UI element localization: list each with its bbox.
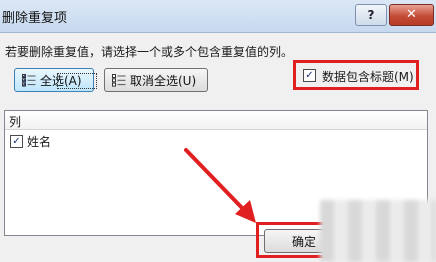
deselect-all-icon [112,74,126,87]
title-bar: 删除重复项 ? ✕ [0,0,436,33]
column-checkbox[interactable]: ✓ [10,135,23,148]
column-list-header: 列 [5,111,427,130]
help-button[interactable]: ? [355,4,387,26]
column-item-label: 姓名 [27,135,52,149]
header-checkbox-label[interactable]: 数据包含标题(M) [322,68,414,85]
select-all-button[interactable]: 全选(A) [14,68,97,92]
select-all-icon [22,74,36,87]
close-button[interactable]: ✕ [389,4,434,26]
deselect-all-label: 取消全选(U) [130,74,197,88]
instruction-text: 若要删除重复值，请选择一个或多个包含重复值的列。 [5,45,294,59]
column-header-label: 列 [9,115,22,129]
watermark-blur [320,200,436,262]
deselect-all-button[interactable]: 取消全选(U) [104,68,208,92]
header-checkbox[interactable]: ✓ [303,69,316,82]
focus-ring [57,73,97,89]
window-title: 删除重复项 [2,11,68,26]
